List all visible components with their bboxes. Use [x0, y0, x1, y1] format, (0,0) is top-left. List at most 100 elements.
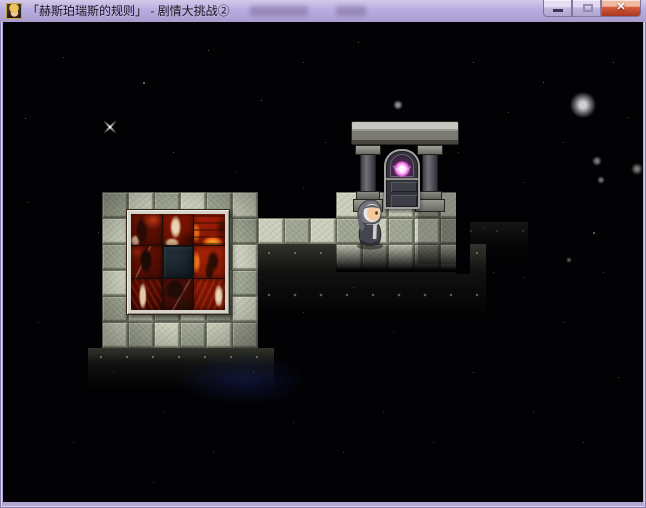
puzzle-tile[interactable]	[194, 214, 225, 246]
puzzle-tile[interactable]	[131, 278, 162, 310]
tile-corridor	[258, 218, 336, 244]
floor-tile	[102, 322, 128, 348]
door-arch-window	[390, 154, 414, 177]
star	[143, 82, 145, 84]
star	[261, 100, 262, 101]
sliding-puzzle[interactable]	[126, 209, 230, 315]
star	[163, 412, 164, 413]
star-glow	[592, 156, 602, 166]
star	[493, 272, 494, 273]
game-window: 「赫斯珀瑞斯的规则」 - 剧情大挑战② ✕	[0, 0, 646, 508]
star	[63, 57, 64, 58]
titlebar-artifact	[250, 6, 308, 16]
close-button[interactable]: ✕	[601, 0, 641, 17]
star	[393, 332, 394, 333]
star	[358, 42, 359, 43]
minimize-button[interactable]	[543, 0, 572, 17]
star	[613, 62, 614, 63]
maximize-icon	[583, 4, 593, 12]
star	[98, 232, 99, 233]
puzzle-tile[interactable]	[131, 214, 162, 246]
star	[563, 142, 564, 143]
floor-tile	[102, 218, 128, 244]
puzzle-tile[interactable]	[162, 278, 194, 310]
star-glow	[566, 257, 572, 263]
star	[235, 172, 236, 173]
puzzle-empty-slot[interactable]	[162, 246, 194, 278]
star	[325, 142, 326, 143]
floor-tile	[154, 322, 180, 348]
door-panel	[391, 195, 417, 207]
titlebar[interactable]: 「赫斯珀瑞斯的规则」 - 剧情大挑战② ✕	[0, 0, 646, 22]
floor-tile	[102, 244, 128, 270]
sparkle-star	[101, 118, 119, 136]
maximize-button[interactable]	[572, 0, 601, 17]
column-shaft-left	[360, 154, 376, 192]
door-midrail	[386, 178, 418, 180]
star	[543, 82, 544, 83]
star-glow	[631, 163, 643, 175]
star	[38, 322, 39, 323]
star	[473, 62, 474, 63]
puzzle-tile[interactable]	[162, 214, 194, 246]
star	[303, 187, 304, 188]
column-shaft-right	[422, 154, 438, 192]
star	[583, 442, 584, 443]
minimize-icon	[553, 9, 563, 12]
floor-tile	[232, 296, 258, 322]
star	[293, 422, 294, 423]
star	[473, 372, 474, 373]
floor-tile	[232, 244, 258, 270]
floor-tile	[258, 218, 284, 244]
star	[343, 452, 344, 453]
floor-tile	[232, 270, 258, 296]
star	[173, 152, 174, 153]
star	[523, 277, 524, 278]
titlebar-artifact	[336, 6, 366, 16]
floor-tile	[310, 218, 336, 244]
floor-tile	[232, 218, 258, 244]
star	[593, 232, 595, 234]
floor-tile	[284, 218, 310, 244]
window-title: 「赫斯珀瑞斯的规则」 - 剧情大挑战②	[27, 4, 230, 18]
star	[523, 182, 524, 183]
player-character[interactable]	[350, 196, 390, 250]
star	[508, 112, 509, 113]
star	[208, 50, 209, 51]
star	[628, 117, 629, 118]
star	[25, 118, 26, 119]
puzzle-tile[interactable]	[194, 246, 225, 278]
star	[303, 62, 304, 63]
floor-tile	[206, 322, 232, 348]
floor-tile	[102, 270, 128, 296]
star-glow	[597, 176, 605, 184]
star	[458, 152, 459, 153]
floor-tile	[102, 296, 128, 322]
star	[433, 442, 434, 443]
star	[73, 442, 74, 443]
star	[28, 202, 29, 203]
gate-lintel	[351, 121, 459, 145]
door-panel	[391, 182, 417, 192]
scapular-stripe	[372, 224, 377, 240]
puzzle-tile[interactable]	[131, 246, 162, 278]
star	[563, 322, 564, 323]
star	[153, 482, 154, 483]
star	[213, 452, 214, 453]
game-canvas[interactable]	[3, 22, 643, 502]
star	[533, 412, 534, 413]
floor-tile	[180, 322, 206, 348]
star-glow	[393, 100, 403, 110]
window-controls: ✕	[543, 0, 641, 17]
glowing-star-orb-icon	[393, 160, 411, 177]
face	[367, 206, 380, 221]
eye	[375, 211, 378, 215]
blue-glow	[178, 354, 308, 406]
floor-tile	[102, 192, 128, 218]
floor-tile	[128, 322, 154, 348]
puzzle-tile[interactable]	[194, 278, 225, 310]
floor-tile	[388, 218, 414, 244]
star-glow	[570, 92, 596, 118]
star	[618, 377, 619, 378]
floor-tile	[232, 192, 258, 218]
